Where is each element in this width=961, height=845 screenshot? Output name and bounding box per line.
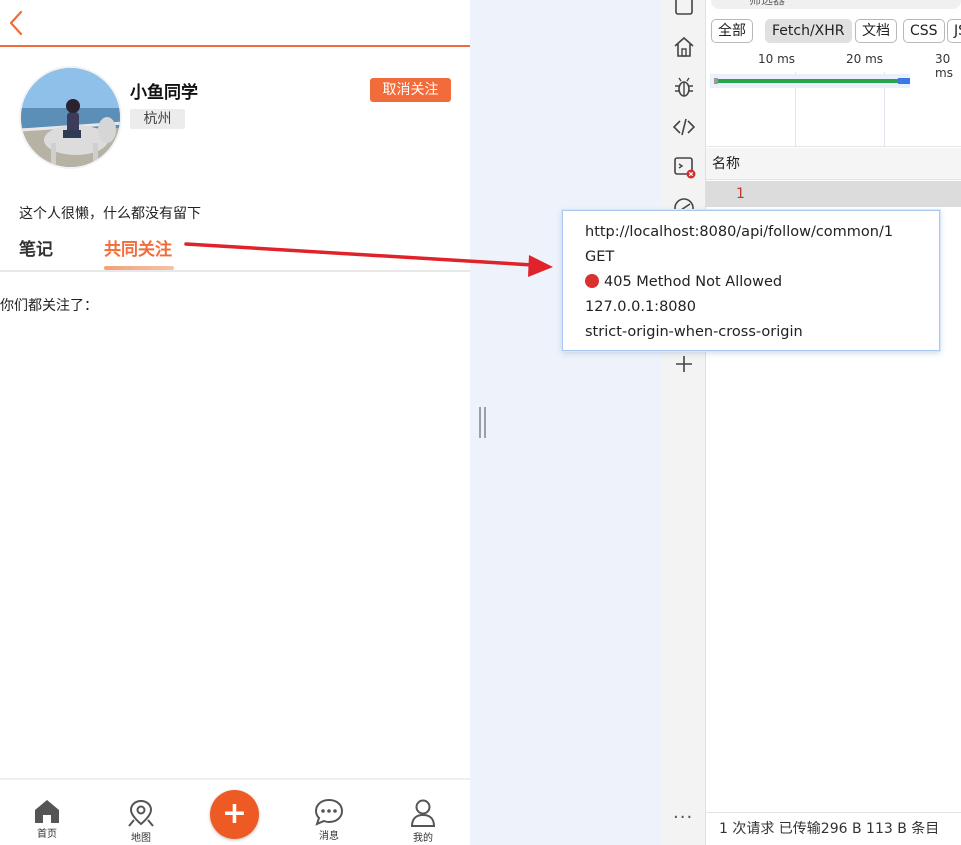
city-tag: 杭州 bbox=[130, 109, 185, 129]
network-timeline[interactable]: 10 ms 20 ms 30 ms bbox=[706, 46, 961, 147]
bug-icon[interactable] bbox=[672, 75, 696, 99]
tabs-divider bbox=[0, 270, 470, 272]
tooltip-url: http://localhost:8080/api/follow/common/… bbox=[585, 224, 894, 240]
network-summary: 1 次请求 已传输296 B 113 B 条目 bbox=[706, 812, 961, 845]
timeline-tick: 30 ms bbox=[935, 52, 953, 80]
plus-icon[interactable] bbox=[672, 352, 696, 376]
tabbar-item-map[interactable]: 地图 bbox=[116, 798, 166, 844]
tooltip-referrer-policy: strict-origin-when-cross-origin bbox=[585, 324, 803, 340]
filter-input[interactable]: 筛选器 bbox=[711, 0, 961, 9]
avatar bbox=[19, 66, 122, 169]
tabbar-item-me[interactable]: 我的 bbox=[398, 798, 448, 844]
panel-gap bbox=[470, 0, 661, 845]
tooltip-remote-address: 127.0.0.1:8080 bbox=[585, 299, 696, 315]
filter-chip-doc[interactable]: 文档 bbox=[855, 19, 897, 43]
tooltip-method: GET bbox=[585, 249, 615, 265]
tabbar-label-map: 地图 bbox=[131, 833, 151, 844]
code-icon[interactable] bbox=[672, 115, 696, 139]
create-post-button[interactable]: + bbox=[210, 790, 259, 839]
message-icon bbox=[314, 798, 344, 826]
bottom-tab-bar: 首页 地图 + 消息 我的 bbox=[0, 778, 470, 845]
unfollow-button[interactable]: 取消关注 bbox=[370, 78, 451, 102]
tabbar-label-me: 我的 bbox=[413, 833, 433, 844]
common-follows-label: 你们都关注了： bbox=[0, 298, 98, 314]
timeline-tick: 20 ms bbox=[846, 52, 884, 66]
console-icon[interactable] bbox=[672, 155, 696, 179]
filter-chip-css[interactable]: CSS bbox=[903, 19, 945, 43]
username: 小鱼同学 bbox=[130, 83, 198, 103]
plus-icon: + bbox=[221, 796, 248, 831]
tabbar-item-home[interactable]: 首页 bbox=[22, 798, 72, 840]
network-panel: 筛选器 全部 Fetch/XHR 文档 CSS JS 10 ms 20 ms 3… bbox=[706, 0, 961, 845]
back-button[interactable] bbox=[4, 8, 26, 38]
tabbar-label-home: 首页 bbox=[37, 829, 57, 840]
devtools-panel: ··· 筛选器 全部 Fetch/XHR 文档 CSS JS 10 ms 20 … bbox=[661, 0, 961, 845]
map-pin-icon bbox=[128, 799, 154, 827]
filter-chip-fetch-xhr[interactable]: Fetch/XHR bbox=[765, 19, 852, 43]
column-header-name[interactable]: 名称 bbox=[706, 148, 961, 180]
user-icon bbox=[410, 799, 436, 827]
tooltip-status: 405 Method Not Allowed bbox=[585, 270, 939, 295]
window-icon[interactable] bbox=[672, 0, 696, 18]
home-icon[interactable] bbox=[672, 35, 696, 59]
user-intro: 这个人很懒，什么都没有留下 bbox=[19, 206, 201, 222]
tooltip-status-text: 405 Method Not Allowed bbox=[604, 274, 783, 290]
resource-type-filters: 全部 Fetch/XHR 文档 CSS JS bbox=[706, 17, 961, 45]
timeline-bar-waiting bbox=[718, 79, 910, 83]
filter-chip-all[interactable]: 全部 bbox=[711, 19, 753, 43]
devtools-activity-bar: ··· bbox=[661, 0, 706, 845]
split-resize-handle[interactable] bbox=[479, 407, 486, 438]
more-tools-icon[interactable]: ··· bbox=[673, 807, 693, 828]
timeline-tick: 10 ms bbox=[758, 52, 796, 66]
timeline-bar-download bbox=[898, 78, 910, 84]
request-tooltip: http://localhost:8080/api/follow/common/… bbox=[562, 210, 940, 351]
home-icon bbox=[35, 800, 59, 823]
tab-common-follows[interactable]: 共同关注 bbox=[104, 235, 172, 260]
avatar-photo bbox=[21, 68, 120, 167]
request-row[interactable]: 1 bbox=[706, 181, 961, 207]
error-status-icon bbox=[585, 274, 599, 288]
tabbar-label-messages: 消息 bbox=[319, 831, 339, 842]
tabbar-item-messages[interactable]: 消息 bbox=[304, 798, 354, 842]
mobile-app-preview: 小鱼同学 杭州 取消关注 这个人很懒，什么都没有留下 笔记 共同关注 你们都关注… bbox=[0, 0, 470, 845]
tab-notes[interactable]: 笔记 bbox=[19, 235, 53, 260]
chevron-left-icon bbox=[9, 10, 23, 36]
filter-chip-js[interactable]: JS bbox=[947, 19, 961, 43]
app-header bbox=[0, 0, 470, 47]
